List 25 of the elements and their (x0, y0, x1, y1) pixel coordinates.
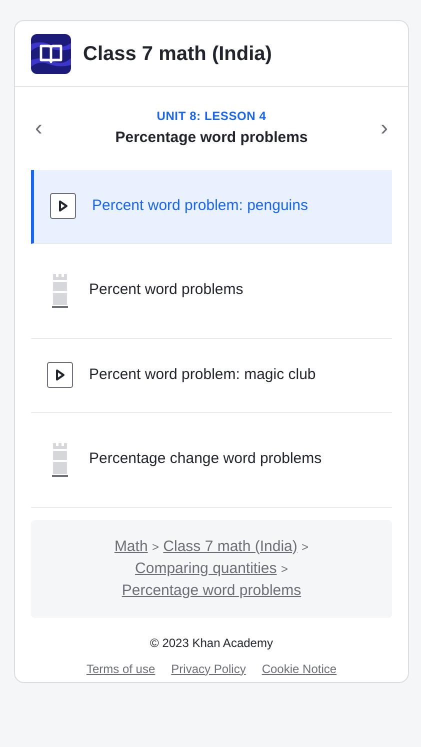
book-logo-icon (31, 34, 71, 74)
previous-lesson-button[interactable]: ‹ (35, 117, 42, 140)
lesson-title: Percentage word problems (115, 128, 308, 148)
lesson-eyebrow: UNIT 8: LESSON 4 (156, 108, 266, 125)
footer-link[interactable]: Privacy Policy (171, 660, 246, 678)
play-icon (47, 362, 73, 388)
breadcrumb-link[interactable]: Math (114, 538, 148, 554)
breadcrumb-separator: > (152, 540, 159, 554)
breadcrumb-separator: > (280, 562, 288, 576)
copyright-text: © 2023 Khan Academy (150, 634, 273, 652)
lesson-item[interactable]: Percent word problems (31, 244, 392, 338)
play-icon (50, 193, 76, 219)
breadcrumb-separator: > (302, 540, 309, 554)
breadcrumb-link[interactable]: Class 7 math (India) (163, 538, 298, 554)
tower-icon (52, 274, 68, 308)
lesson-item[interactable]: Percent word problem: penguins (31, 170, 392, 244)
breadcrumb-link[interactable]: Percentage word problems (122, 582, 302, 598)
course-title: Class 7 math (India) (83, 42, 272, 66)
breadcrumb-link[interactable]: Comparing quantities (135, 560, 277, 576)
footer-link[interactable]: Cookie Notice (262, 660, 337, 678)
lesson-item[interactable]: Percent word problem: magic club (31, 338, 392, 412)
next-lesson-button[interactable]: › (380, 117, 388, 140)
lesson-item[interactable]: Percentage change word problems (31, 412, 392, 508)
tower-icon (52, 442, 68, 476)
footer-link[interactable]: Terms of use (86, 660, 156, 678)
